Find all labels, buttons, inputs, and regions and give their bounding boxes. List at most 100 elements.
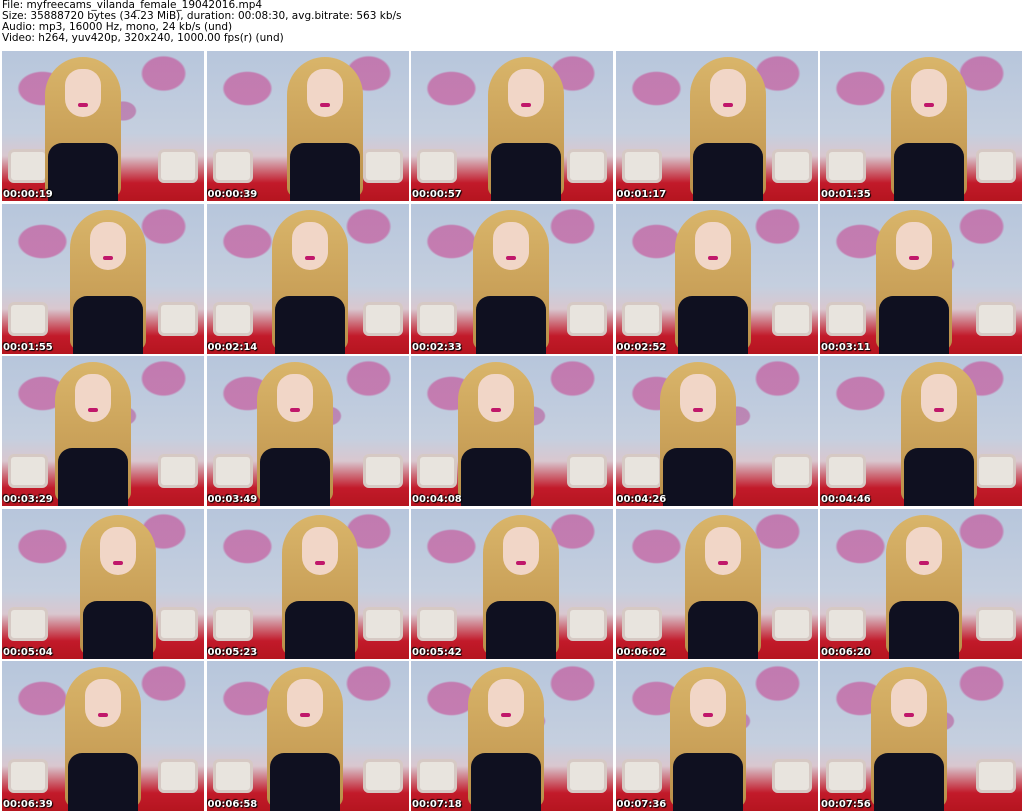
- person-clothing: [889, 600, 959, 659]
- video-thumbnail[interactable]: 00:05:04: [2, 508, 204, 659]
- person-face: [90, 221, 126, 270]
- person-face: [503, 526, 539, 575]
- pillow: [771, 606, 812, 641]
- person-lips: [506, 255, 516, 260]
- pillow: [771, 454, 812, 488]
- timestamp-label: 00:04:08: [412, 494, 462, 505]
- person-lips: [299, 713, 310, 717]
- timestamp-label: 00:06:39: [3, 799, 53, 810]
- pillow: [826, 454, 866, 488]
- person-lips: [692, 408, 703, 412]
- pillow: [362, 301, 403, 336]
- video-thumbnail[interactable]: 00:04:46: [820, 356, 1022, 506]
- person-face: [65, 69, 101, 117]
- timestamp-label: 00:02:52: [616, 341, 667, 353]
- person-face: [709, 69, 746, 117]
- pillow: [771, 759, 812, 793]
- timestamp-label: 00:06:58: [207, 799, 258, 810]
- person-clothing: [677, 295, 748, 354]
- person-face: [911, 69, 947, 117]
- person-face: [286, 679, 323, 727]
- timestamp-label: 00:00:39: [207, 189, 258, 200]
- pillow: [362, 759, 403, 793]
- person-clothing: [672, 753, 743, 811]
- video-thumbnail[interactable]: 00:05:23: [206, 508, 409, 659]
- video-thumbnail[interactable]: 00:06:20: [820, 508, 1022, 659]
- timestamp-label: 00:00:19: [3, 189, 53, 200]
- video-thumbnail[interactable]: 00:00:39: [206, 51, 409, 201]
- video-thumbnail[interactable]: 00:05:42: [411, 508, 613, 659]
- video-thumbnail[interactable]: 00:06:39: [2, 661, 204, 811]
- person-clothing: [874, 753, 944, 811]
- person-lips: [909, 255, 919, 260]
- person-lips: [717, 560, 728, 565]
- video-thumbnail[interactable]: 00:02:14: [206, 203, 409, 354]
- video-thumbnail[interactable]: 00:04:08: [411, 356, 613, 506]
- person-face: [689, 679, 726, 727]
- timestamp-label: 00:05:04: [3, 646, 53, 658]
- video-thumbnail[interactable]: 00:00:19: [2, 51, 204, 201]
- person-face: [493, 221, 529, 270]
- video-thumbnail[interactable]: 00:02:33: [411, 203, 613, 354]
- timestamp-label: 00:01:17: [616, 189, 667, 200]
- person-face: [301, 526, 338, 575]
- timestamp-label: 00:05:23: [207, 646, 258, 658]
- person-lips: [103, 255, 113, 260]
- pillow: [362, 606, 403, 641]
- person-lips: [707, 255, 718, 260]
- video-thumbnail[interactable]: 00:06:58: [206, 661, 409, 811]
- timestamp-label: 00:06:20: [821, 646, 871, 658]
- video-thumbnail[interactable]: 00:01:17: [615, 51, 818, 201]
- video-thumbnail[interactable]: 00:01:55: [2, 203, 204, 354]
- person-lips: [521, 103, 531, 107]
- person-lips: [304, 255, 315, 260]
- pillow: [826, 149, 866, 183]
- person-face: [694, 221, 731, 270]
- person-lips: [516, 560, 526, 565]
- person-clothing: [486, 600, 556, 659]
- person-clothing: [662, 448, 733, 506]
- pillow: [826, 301, 866, 336]
- person-lips: [113, 560, 123, 565]
- timestamp-label: 00:07:18: [412, 799, 462, 810]
- video-thumbnail[interactable]: 00:02:52: [615, 203, 818, 354]
- pillow: [621, 759, 662, 793]
- pillow: [362, 149, 403, 183]
- video-thumbnail[interactable]: 00:03:49: [206, 356, 409, 506]
- person-face: [276, 374, 313, 422]
- person-face: [306, 69, 343, 117]
- video-thumbnail[interactable]: 00:04:26: [615, 356, 818, 506]
- pillow: [976, 759, 1016, 793]
- video-thumbnail[interactable]: 00:00:57: [411, 51, 613, 201]
- pillow: [212, 301, 253, 336]
- person-lips: [289, 408, 300, 412]
- video-thumbnail[interactable]: 00:07:36: [615, 661, 818, 811]
- video-thumbnail[interactable]: 00:07:18: [411, 661, 613, 811]
- video-thumbnail[interactable]: 00:01:35: [820, 51, 1022, 201]
- pillow: [771, 301, 812, 336]
- person-clothing: [83, 600, 153, 659]
- file-info-header: File: myfreecams_vilanda_female_19042016…: [2, 0, 402, 44]
- pillow: [8, 606, 48, 641]
- person-clothing: [471, 753, 541, 811]
- timestamp-label: 00:04:46: [821, 494, 871, 505]
- video-thumbnail[interactable]: 00:06:02: [615, 508, 818, 659]
- timestamp-label: 00:03:11: [821, 341, 871, 353]
- pillow: [417, 606, 457, 641]
- pillow: [976, 606, 1016, 641]
- person-lips: [904, 713, 914, 717]
- video-thumbnail[interactable]: 00:03:11: [820, 203, 1022, 354]
- person-lips: [934, 408, 944, 412]
- person-clothing: [476, 295, 546, 354]
- person-clothing: [48, 143, 118, 201]
- timestamp-label: 00:01:55: [3, 341, 53, 353]
- person-lips: [702, 713, 713, 717]
- person-face: [679, 374, 716, 422]
- timestamp-label: 00:02:14: [207, 341, 258, 353]
- pillow: [567, 759, 607, 793]
- pillow: [417, 149, 457, 183]
- person-lips: [88, 408, 98, 412]
- video-thumbnail[interactable]: 00:07:56: [820, 661, 1022, 811]
- video-thumbnail[interactable]: 00:03:29: [2, 356, 204, 506]
- person-clothing: [692, 143, 763, 201]
